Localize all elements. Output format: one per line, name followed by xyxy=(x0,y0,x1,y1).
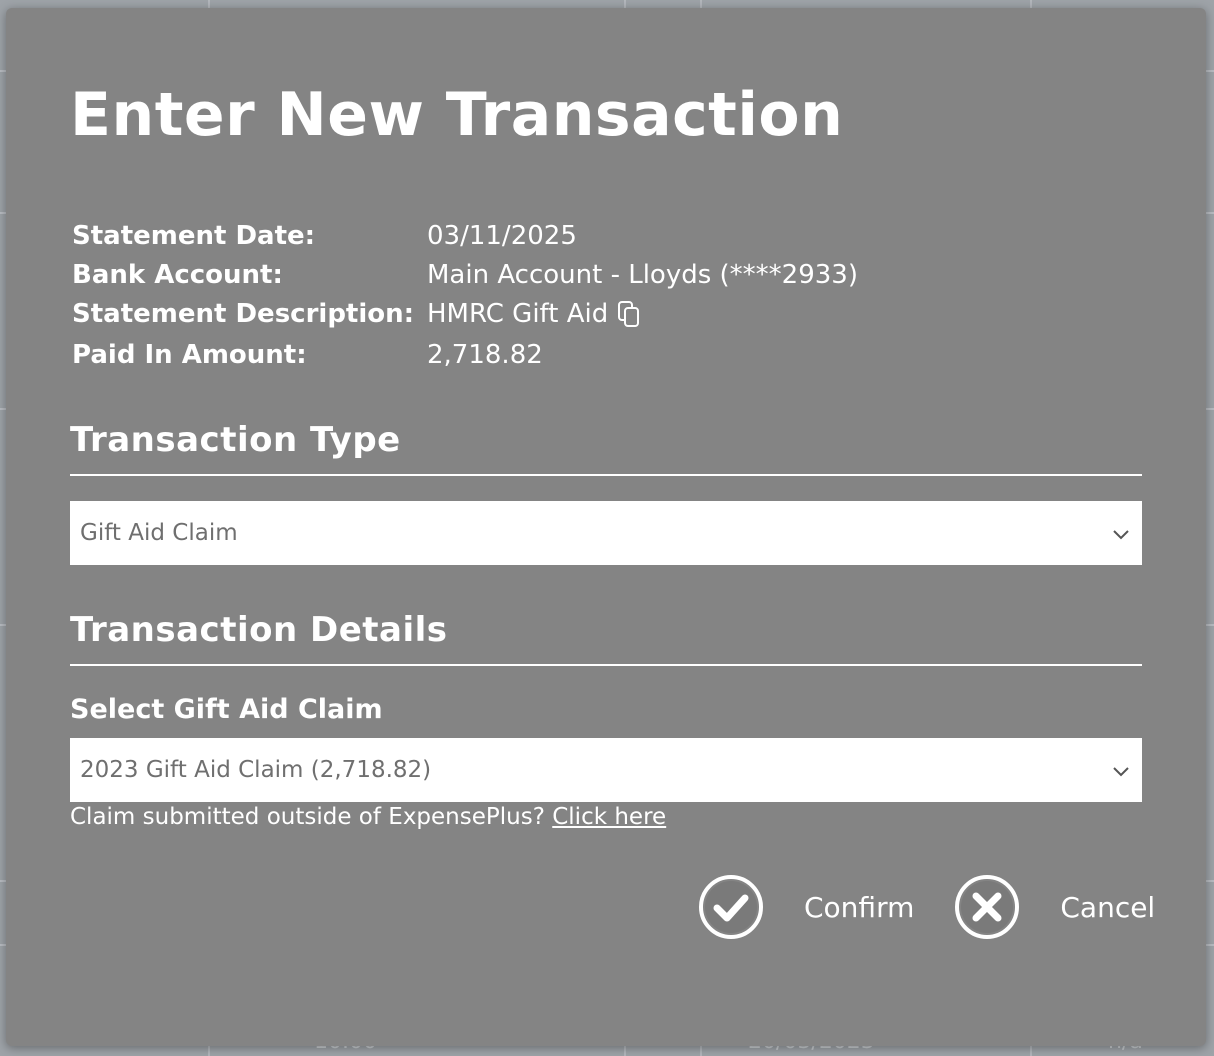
copy-icon[interactable] xyxy=(616,299,644,329)
paid-in-amount-value: 2,718.82 xyxy=(427,340,543,370)
cancel-button[interactable]: Cancel xyxy=(954,874,1155,940)
transaction-type-selected-value: Gift Aid Claim xyxy=(80,520,238,546)
bank-account-label: Bank Account: xyxy=(72,259,283,290)
confirm-label[interactable]: Confirm xyxy=(804,891,914,924)
info-row-paid-in-amount: Paid In Amount: 2,718.82 xyxy=(72,333,858,377)
statement-description-value-wrap: HMRC Gift Aid xyxy=(427,299,644,329)
chevron-down-icon xyxy=(1112,760,1130,778)
statement-date-value: 03/11/2025 xyxy=(427,220,577,251)
chevron-down-icon xyxy=(1112,523,1130,541)
statement-info: Statement Date: 03/11/2025 Bank Account:… xyxy=(72,216,858,377)
info-row-statement-date: Statement Date: 03/11/2025 xyxy=(72,216,858,255)
check-circle-icon[interactable] xyxy=(698,874,764,940)
statement-description-value: HMRC Gift Aid xyxy=(427,298,609,329)
confirm-button[interactable]: Confirm xyxy=(698,874,914,940)
transaction-type-heading: Transaction Type xyxy=(70,420,401,460)
transaction-type-divider xyxy=(70,474,1142,476)
external-claim-hint-text: Claim submitted outside of ExpensePlus? xyxy=(70,804,545,830)
new-transaction-modal: Enter New Transaction Statement Date: 03… xyxy=(6,8,1206,1046)
transaction-type-select[interactable]: Gift Aid Claim xyxy=(70,501,1142,565)
transaction-details-divider xyxy=(70,664,1142,666)
gift-aid-claim-select[interactable]: 2023 Gift Aid Claim (2,718.82) xyxy=(70,738,1142,802)
click-here-link[interactable]: Click here xyxy=(552,804,666,830)
modal-actions: Confirm Cancel xyxy=(698,874,1155,940)
info-row-bank-account: Bank Account: Main Account - Lloyds (***… xyxy=(72,255,858,294)
bank-account-value: Main Account - Lloyds (****2933) xyxy=(427,259,858,290)
transaction-details-heading: Transaction Details xyxy=(70,610,448,650)
x-circle-icon[interactable] xyxy=(954,874,1020,940)
statement-date-label: Statement Date: xyxy=(72,220,316,251)
cancel-label[interactable]: Cancel xyxy=(1060,891,1155,924)
external-claim-hint: Claim submitted outside of ExpensePlus? … xyxy=(70,804,666,830)
modal-title: Enter New Transaction xyxy=(70,80,844,150)
statement-description-label: Statement Description: xyxy=(72,298,415,329)
select-gift-aid-claim-label: Select Gift Aid Claim xyxy=(70,694,383,725)
paid-in-amount-label: Paid In Amount: xyxy=(72,340,307,370)
gift-aid-claim-selected-value: 2023 Gift Aid Claim (2,718.82) xyxy=(80,757,432,783)
info-row-statement-description: Statement Description: HMRC Gift Aid xyxy=(72,294,858,333)
